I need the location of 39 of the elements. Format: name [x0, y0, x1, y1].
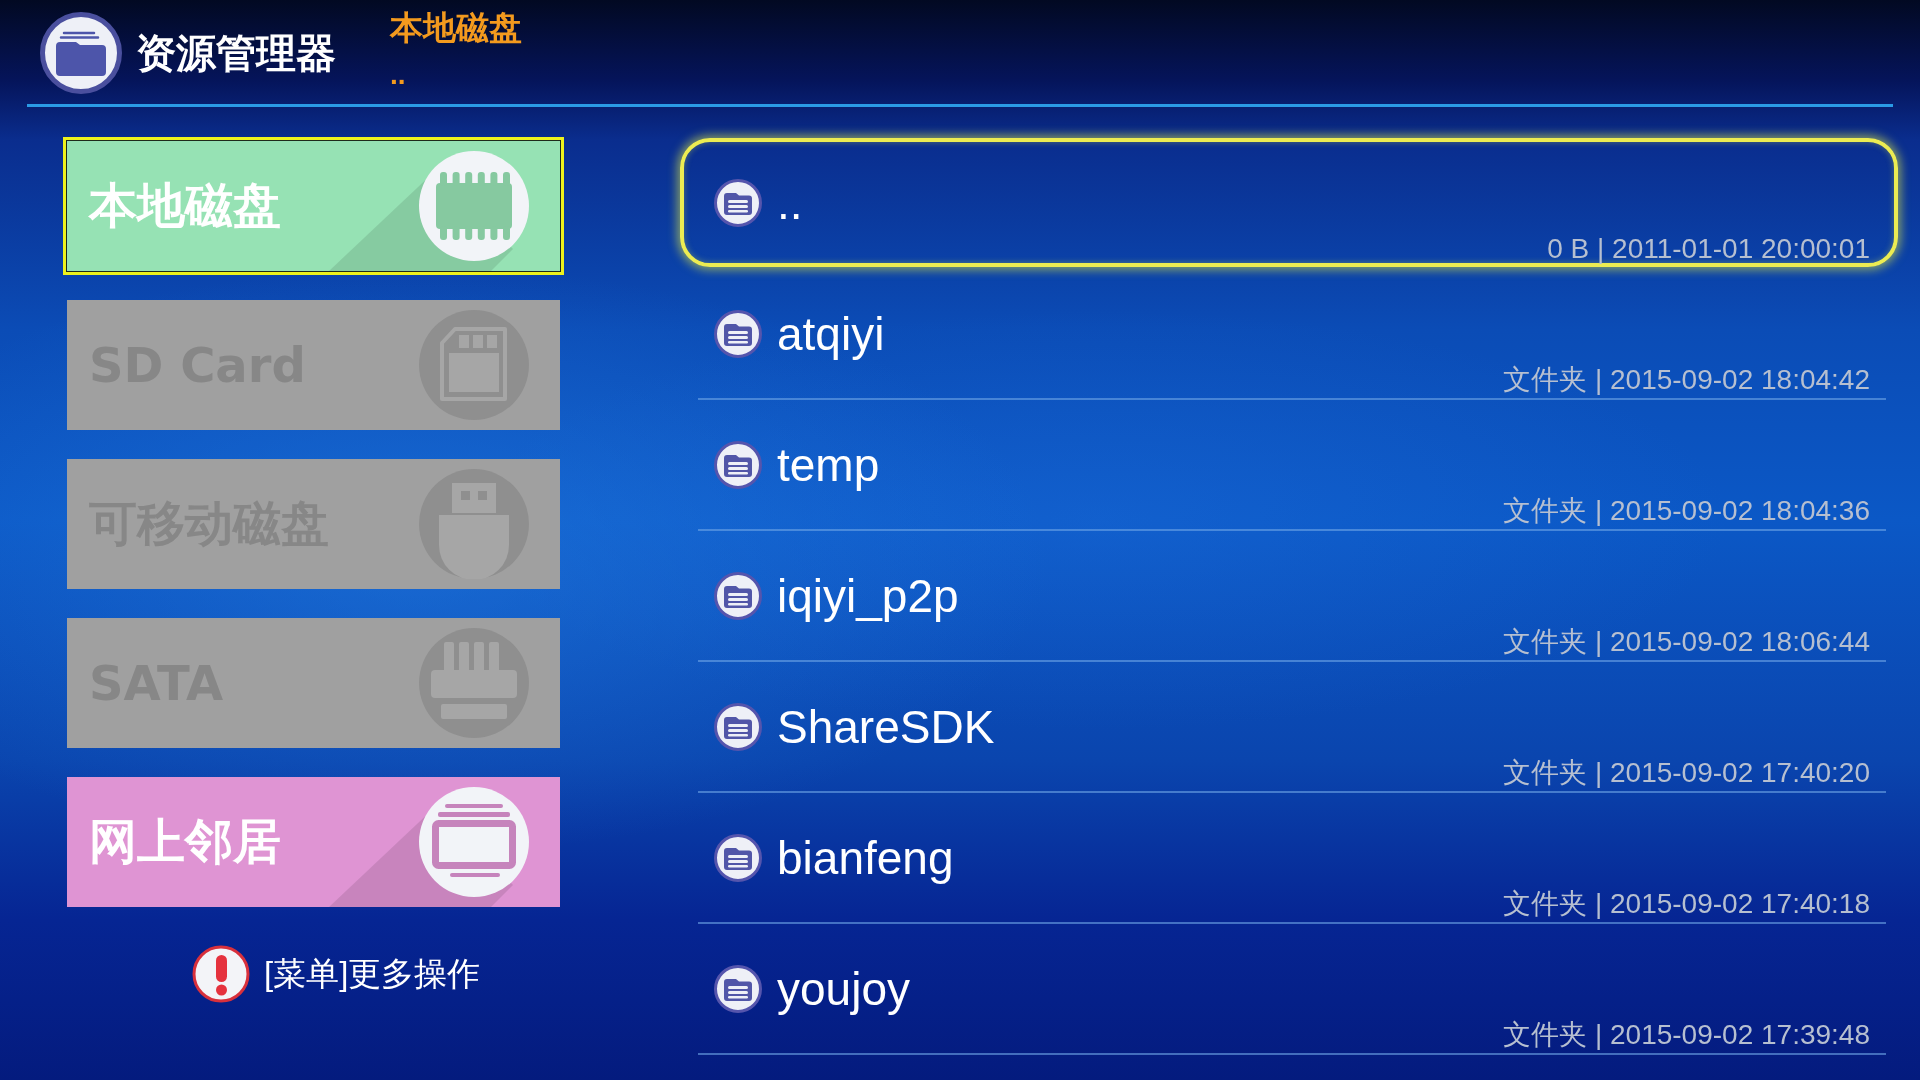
folder-icon	[714, 572, 762, 620]
file-name: ..	[777, 177, 803, 229]
file-list-item[interactable]: youjoy 文件夹 | 2015-09-02 17:39:48	[680, 924, 1898, 1053]
usb-drive-icon	[419, 469, 529, 579]
file-name: ShareSDK	[777, 701, 995, 753]
file-name: youjoy	[777, 963, 910, 1015]
file-list-item[interactable]: ShareSDK 文件夹 | 2015-09-02 17:40:20	[680, 662, 1898, 791]
file-list-item[interactable]: atqiyi 文件夹 | 2015-09-02 18:04:42	[680, 269, 1898, 398]
folder-icon	[714, 310, 762, 358]
memory-chip-icon	[419, 151, 529, 261]
file-details: 文件夹 | 2015-09-02 18:04:36	[1503, 495, 1870, 527]
folder-icon	[714, 441, 762, 489]
folder-icon	[714, 179, 762, 227]
file-list-item[interactable]: temp 文件夹 | 2015-09-02 18:04:36	[680, 400, 1898, 529]
folder-icon	[714, 834, 762, 882]
connector-icon	[419, 628, 529, 738]
menu-hint: [菜单]更多操作	[264, 954, 481, 994]
current-path: ..	[390, 60, 406, 90]
folder-app-icon	[40, 12, 122, 94]
file-name: temp	[777, 439, 880, 491]
file-name: iqiyi_p2p	[777, 570, 959, 622]
file-details: 0 B | 2011-01-01 20:00:01	[1547, 233, 1870, 265]
stacked-windows-icon	[419, 787, 529, 897]
current-location: 本地磁盘	[390, 8, 522, 48]
file-list-item[interactable]: bianfeng 文件夹 | 2015-09-02 17:40:18	[680, 793, 1898, 922]
file-details: 文件夹 | 2015-09-02 17:39:48	[1503, 1019, 1870, 1051]
folder-icon	[714, 703, 762, 751]
app-title: 资源管理器	[136, 30, 336, 77]
file-name: bianfeng	[777, 832, 954, 884]
sd-card-icon	[419, 310, 529, 420]
file-list-item[interactable]: .. 0 B | 2011-01-01 20:00:01	[680, 138, 1898, 267]
file-details: 文件夹 | 2015-09-02 18:06:44	[1503, 626, 1870, 658]
file-details: 文件夹 | 2015-09-02 18:04:42	[1503, 364, 1870, 396]
exclamation-icon	[192, 945, 250, 1003]
file-name: atqiyi	[777, 308, 885, 360]
file-details: 文件夹 | 2015-09-02 17:40:18	[1503, 888, 1870, 920]
file-list-item[interactable]: iqiyi_p2p 文件夹 | 2015-09-02 18:06:44	[680, 531, 1898, 660]
folder-icon	[714, 965, 762, 1013]
file-details: 文件夹 | 2015-09-02 17:40:20	[1503, 757, 1870, 789]
